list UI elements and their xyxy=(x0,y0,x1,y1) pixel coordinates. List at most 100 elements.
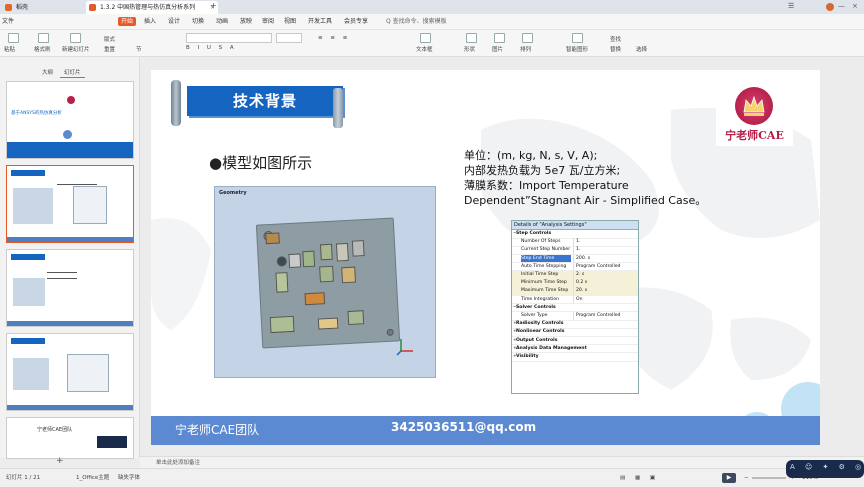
mount-hole xyxy=(386,328,394,336)
menu-view[interactable]: 视图 xyxy=(284,17,296,26)
slide-thumbnail-2[interactable] xyxy=(6,165,134,243)
menu-slideshow[interactable]: 放映 xyxy=(240,17,252,26)
close-window-icon[interactable]: × xyxy=(852,2,858,10)
new-tab-icon[interactable]: + xyxy=(210,1,217,10)
property-value[interactable]: Program Controlled xyxy=(573,312,638,320)
command-search[interactable]: Q 查找命令、搜索模板 xyxy=(386,17,447,26)
property-value[interactable]: On xyxy=(573,295,638,304)
zoom-slider[interactable] xyxy=(752,477,786,479)
expand-toggle-icon[interactable]: − xyxy=(513,230,517,238)
property-value[interactable]: 1. xyxy=(573,238,638,246)
minimize-icon[interactable]: — xyxy=(838,2,845,10)
arrange-icon[interactable] xyxy=(522,33,533,43)
window-menu-icon[interactable]: ☰ xyxy=(788,2,794,10)
slide-canvas[interactable]: 技术背景 宁老师CAE ●模型如图所示 单位：(m, kg, N, s, V, … xyxy=(151,70,820,445)
ribbon-toolbar: 粘贴 格式刷 新建幻灯片 版式 重置 节 B I U S A ≡ ≡ ≡ 文本框… xyxy=(0,30,864,57)
info-text-block: 单位：(m, kg, N, s, V, A); 内部发热负载为 5e7 瓦/立方… xyxy=(464,148,706,208)
menu-transition[interactable]: 切换 xyxy=(192,17,204,26)
slide-counter: 幻灯片 1 / 21 xyxy=(6,475,41,481)
menu-file[interactable]: 文件 xyxy=(2,17,14,26)
property-value[interactable]: 20. s xyxy=(573,287,638,295)
property-name: Radiosity Controls xyxy=(516,321,564,327)
geometry-label: Geometry xyxy=(219,190,247,196)
paragraph-buttons[interactable]: ≡ ≡ ≡ xyxy=(318,35,350,41)
expand-toggle-icon[interactable]: + xyxy=(513,320,517,328)
window-tab-bar: 稻壳 1.3.2 中国热管理与热仿真分析系列 × + ☰ — × xyxy=(0,0,864,14)
missing-font-indicator[interactable]: 缺失字体 xyxy=(118,469,140,487)
font-size-select[interactable] xyxy=(276,33,302,43)
tab-slides[interactable]: 幻灯片 xyxy=(60,67,85,78)
tab-document[interactable]: 1.3.2 中国热管理与热仿真分析系列 × xyxy=(86,1,218,14)
thumb-cover-footer xyxy=(7,142,133,158)
info-line-heat-load: 内部发热负载为 5e7 瓦/立方米; xyxy=(464,164,621,177)
property-value[interactable]: 0.2 s xyxy=(573,279,638,287)
expand-toggle-icon[interactable]: + xyxy=(513,353,517,361)
property-value[interactable]: 1. xyxy=(573,246,638,254)
property-name: Output Controls xyxy=(516,337,558,343)
select-button[interactable]: 选择 xyxy=(636,45,647,53)
thumb-image xyxy=(97,436,127,448)
replace-button[interactable]: 替换 xyxy=(610,45,621,53)
arrange-label: 排列 xyxy=(520,47,532,53)
thumb-details xyxy=(67,354,109,392)
find-button[interactable]: 查找 xyxy=(610,35,621,43)
expand-toggle-icon[interactable]: − xyxy=(513,304,517,312)
menu-home[interactable]: 开始 xyxy=(118,17,137,26)
footer-email: 3425036511@qq.com xyxy=(391,420,537,434)
smart-graphic-icon[interactable] xyxy=(572,33,583,43)
font-style-buttons[interactable]: B I U S A xyxy=(186,45,237,51)
floating-toolbar-icons[interactable]: A ☺ ✦ ⚙ ◎ xyxy=(790,463,864,471)
menu-design[interactable]: 设计 xyxy=(168,17,180,26)
status-bar: 幻灯片 1 / 21 1_Office主题 缺失字体 ▤ ▦ ▣ ▶ − + 1… xyxy=(0,468,864,487)
property-name: Step End Time xyxy=(521,254,571,263)
expand-toggle-icon[interactable]: + xyxy=(513,328,517,336)
slide-thumbnail-4[interactable] xyxy=(6,333,134,411)
property-value[interactable]: 200. s xyxy=(573,254,638,263)
analysis-settings-details-panel[interactable]: Details of "Analysis Settings" Step Cont… xyxy=(511,220,639,394)
property-name: Minimum Time Step xyxy=(521,280,567,286)
slide-thumbnail-5[interactable]: 宁老师CAE团队 xyxy=(6,417,134,459)
avatar[interactable] xyxy=(826,3,834,11)
expand-toggle-icon[interactable]: + xyxy=(513,337,517,345)
slide-thumbnail-1[interactable]: 基于ANSYS的热仿真分析 xyxy=(6,81,134,159)
tab-document-label: 1.3.2 中国热管理与热仿真分析系列 xyxy=(100,4,196,11)
tab-home[interactable]: 稻壳 xyxy=(2,1,62,14)
slide-thumbnail-3[interactable] xyxy=(6,249,134,327)
component xyxy=(265,232,280,245)
thumb-details xyxy=(73,186,107,224)
thumb-text xyxy=(47,272,77,273)
text-box-icon[interactable] xyxy=(420,33,431,43)
info-line-film-coeff: 薄膜系数：Import Temperature xyxy=(464,179,629,192)
shape-icon[interactable] xyxy=(466,33,477,43)
property-value[interactable]: 2. s xyxy=(573,271,638,279)
font-family-select[interactable] xyxy=(186,33,272,43)
floating-toolbar[interactable]: A ☺ ✦ ⚙ ◎ xyxy=(786,460,864,478)
add-slide-icon[interactable]: + xyxy=(56,456,64,466)
menu-insert[interactable]: 插入 xyxy=(144,17,156,26)
property-value[interactable]: Program Controlled xyxy=(573,262,638,271)
component xyxy=(269,315,295,334)
paste-icon[interactable] xyxy=(8,33,19,43)
component xyxy=(319,243,333,261)
logo-text: 宁老师CAE xyxy=(725,129,784,142)
menu-animation[interactable]: 动画 xyxy=(216,17,228,26)
play-slideshow-button[interactable]: ▶ xyxy=(722,473,736,483)
details-group-row[interactable]: Visibility + xyxy=(512,353,638,362)
layout-button[interactable]: 版式 xyxy=(104,35,115,43)
section-button[interactable]: 节 xyxy=(136,45,142,53)
property-name: Solver Type xyxy=(521,313,548,318)
expand-toggle-icon[interactable]: + xyxy=(513,345,517,353)
new-slide-icon[interactable] xyxy=(70,33,81,43)
thumb-title-bar xyxy=(11,170,45,176)
menu-review[interactable]: 审阅 xyxy=(262,17,274,26)
view-mode-buttons[interactable]: ▤ ▦ ▣ xyxy=(620,469,659,487)
format-painter-icon[interactable] xyxy=(38,33,49,43)
property-name: Analysis Data Management xyxy=(516,345,587,351)
menu-devtools[interactable]: 开发工具 xyxy=(308,17,332,26)
picture-icon[interactable] xyxy=(494,33,505,43)
thumb-geometry xyxy=(13,278,45,306)
reset-button[interactable]: 重置 xyxy=(104,45,115,53)
menu-member[interactable]: 会员专享 xyxy=(344,17,368,26)
tab-outline[interactable]: 大纲 xyxy=(38,67,57,77)
zoom-out-icon[interactable]: − xyxy=(744,469,749,487)
